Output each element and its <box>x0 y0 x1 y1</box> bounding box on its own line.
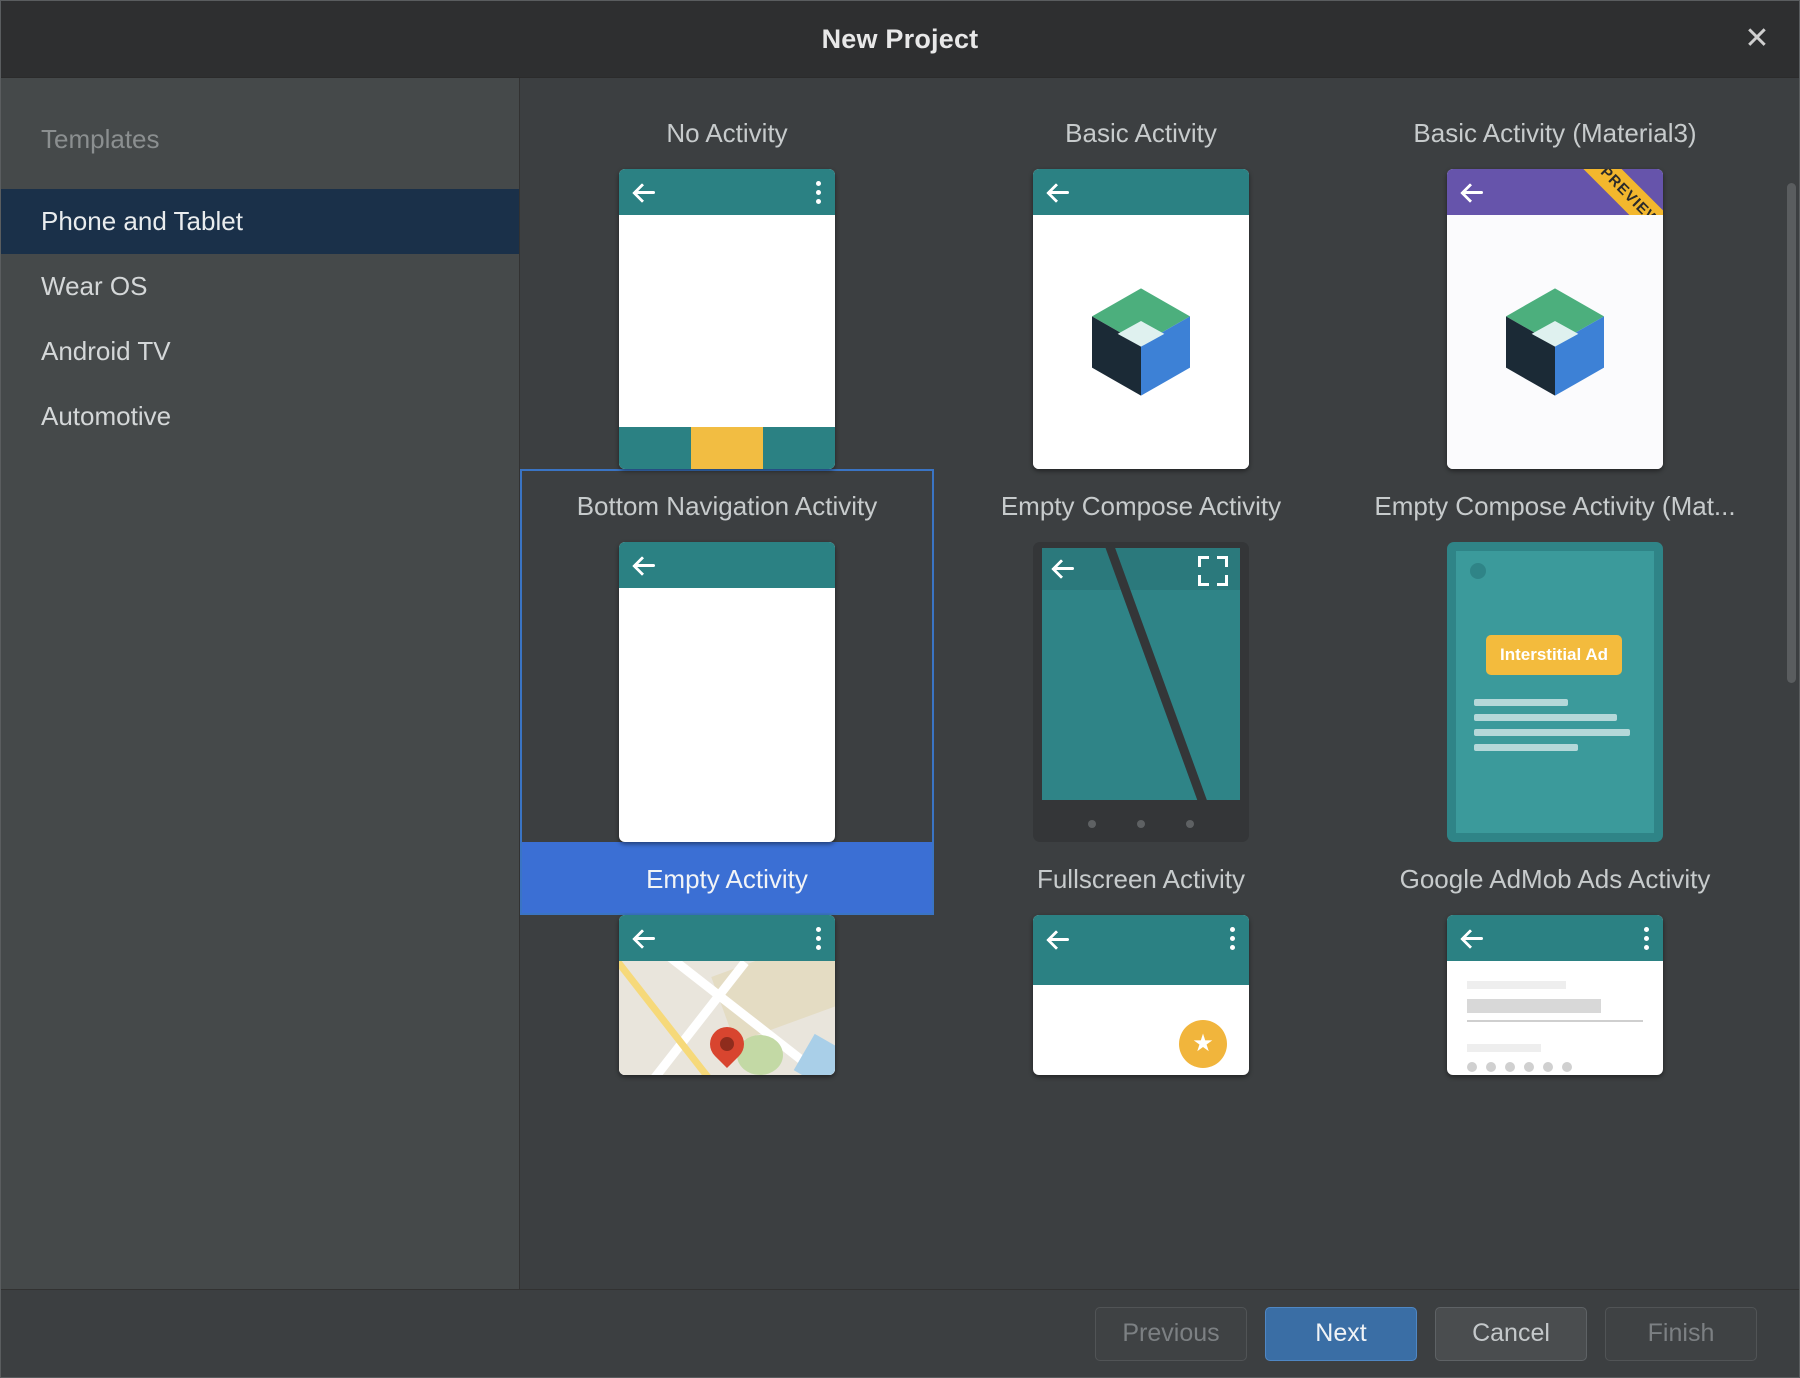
template-label: Empty Compose Activity <box>934 469 1348 542</box>
fullscreen-expand-icon <box>1198 556 1228 586</box>
compose-cube-icon <box>1496 286 1614 398</box>
template-row: No Activity Basic Ac <box>520 96 1785 469</box>
sidebar-item-wear-os[interactable]: Wear OS <box>1 254 519 319</box>
templates-grid: No Activity Basic Ac <box>520 78 1785 1289</box>
overflow-menu-icon <box>1229 927 1235 950</box>
app-bar <box>619 169 835 215</box>
template-card-login-activity[interactable] <box>1348 915 1762 1075</box>
overflow-menu-icon <box>815 181 821 204</box>
screen-area <box>1033 215 1249 469</box>
map-area <box>619 961 835 1075</box>
template-thumbnail <box>520 915 934 1075</box>
admob-text-lines <box>1474 699 1636 759</box>
dialog-title: New Project <box>822 24 979 55</box>
sidebar-heading: Templates <box>1 96 519 189</box>
back-arrow-icon <box>633 926 657 950</box>
password-dots <box>1467 1062 1643 1072</box>
phone-preview-no-activity <box>619 169 835 469</box>
cancel-button[interactable]: Cancel <box>1435 1307 1587 1361</box>
sidebar-item-phone-and-tablet[interactable]: Phone and Tablet <box>1 189 519 254</box>
template-label: Fullscreen Activity <box>934 842 1348 915</box>
template-card-empty-compose-activity[interactable]: Empty Compose Activity <box>934 469 1348 915</box>
close-icon[interactable]: ✕ <box>1735 17 1779 61</box>
phone-preview-scrolling: ★ <box>1033 915 1249 1075</box>
bottom-nav-preview <box>619 427 835 469</box>
back-arrow-icon <box>1047 927 1071 951</box>
compose-cube-icon <box>1082 286 1200 398</box>
template-card-basic-activity[interactable]: Basic Activity <box>934 96 1348 469</box>
password-label-placeholder <box>1467 1044 1541 1052</box>
back-arrow-icon <box>633 180 657 204</box>
scrollbar-thumb[interactable] <box>1787 183 1796 683</box>
template-card-google-maps-activity[interactable] <box>520 915 934 1075</box>
app-bar <box>619 915 835 961</box>
field-underline <box>1467 1020 1643 1022</box>
template-thumbnail: Interstitial Ad <box>1348 542 1762 842</box>
app-bar <box>1033 915 1249 985</box>
template-label: Basic Activity <box>934 96 1348 169</box>
interstitial-ad-button: Interstitial Ad <box>1486 635 1622 675</box>
status-dot-icon <box>1470 563 1486 579</box>
nav-dots <box>1033 820 1249 828</box>
dialog-body: Templates Phone and Tablet Wear OS Andro… <box>1 78 1799 1289</box>
previous-button[interactable]: Previous <box>1095 1307 1247 1361</box>
dialog-footer: Previous Next Cancel Finish <box>1 1289 1799 1377</box>
dialog-titlebar: New Project ✕ <box>1 1 1799 78</box>
finish-button[interactable]: Finish <box>1605 1307 1757 1361</box>
template-label: Bottom Navigation Activity <box>520 469 934 542</box>
screen-area <box>1447 215 1663 469</box>
overflow-menu-icon <box>815 927 821 950</box>
phone-preview-bottom-navigation <box>619 542 835 842</box>
template-card-basic-activity-material3[interactable]: Basic Activity (Material3) PREVIEW <box>1348 96 1762 469</box>
username-field-placeholder <box>1467 999 1601 1013</box>
admob-screen: Interstitial Ad <box>1456 551 1654 833</box>
map-canvas <box>619 961 835 1075</box>
app-bar <box>1447 915 1663 961</box>
phone-preview-basic-activity-material3: PREVIEW <box>1447 169 1663 469</box>
template-row: Bottom Navigation Activity Empty Activit… <box>520 469 1785 915</box>
template-thumbnail <box>520 169 934 469</box>
phone-preview-fullscreen <box>1033 542 1249 842</box>
templates-sidebar: Templates Phone and Tablet Wear OS Andro… <box>1 78 520 1289</box>
field-label-placeholder <box>1467 981 1566 989</box>
sidebar-item-automotive[interactable]: Automotive <box>1 384 519 449</box>
template-row: ★ <box>520 915 1785 1075</box>
phone-preview-google-maps <box>619 915 835 1075</box>
overflow-menu-icon <box>1643 927 1649 950</box>
templates-pane: No Activity Basic Ac <box>520 78 1799 1289</box>
login-form-preview <box>1467 981 1643 1075</box>
phone-preview-basic-activity <box>1033 169 1249 469</box>
template-thumbnail <box>520 542 934 842</box>
fullscreen-screen <box>1042 548 1240 800</box>
template-card-no-activity[interactable]: No Activity <box>520 96 934 469</box>
back-arrow-icon <box>1047 180 1071 204</box>
back-arrow-icon <box>1461 926 1485 950</box>
app-bar <box>619 542 835 588</box>
template-card-bottom-navigation-activity[interactable]: Bottom Navigation Activity Empty Activit… <box>520 469 934 915</box>
back-arrow-icon <box>1461 180 1485 204</box>
template-label-selected: Empty Activity <box>520 842 934 915</box>
template-thumbnail: PREVIEW <box>1348 169 1762 469</box>
app-bar <box>1033 169 1249 215</box>
template-label: Google AdMob Ads Activity <box>1348 842 1762 915</box>
template-card-empty-compose-activity-material3[interactable]: Empty Compose Activity (Mat... Interstit… <box>1348 469 1762 915</box>
phone-preview-admob: Interstitial Ad <box>1447 542 1663 842</box>
template-thumbnail <box>934 542 1348 842</box>
template-card-scrolling-activity[interactable]: ★ <box>934 915 1348 1075</box>
templates-scrollbar[interactable] <box>1785 78 1799 1289</box>
new-project-dialog: New Project ✕ Templates Phone and Tablet… <box>0 0 1800 1378</box>
next-button[interactable]: Next <box>1265 1307 1417 1361</box>
template-label: Basic Activity (Material3) <box>1348 96 1762 169</box>
template-thumbnail <box>1348 915 1762 1075</box>
phone-preview-login <box>1447 915 1663 1075</box>
back-arrow-icon <box>633 553 657 577</box>
template-thumbnail <box>934 169 1348 469</box>
template-label: Empty Compose Activity (Mat... <box>1348 469 1762 542</box>
template-label: No Activity <box>520 96 934 169</box>
toolbar-title-placeholder <box>1055 1015 1173 1037</box>
template-thumbnail: ★ <box>934 915 1348 1075</box>
star-fab-icon: ★ <box>1179 1020 1227 1068</box>
sidebar-item-android-tv[interactable]: Android TV <box>1 319 519 384</box>
